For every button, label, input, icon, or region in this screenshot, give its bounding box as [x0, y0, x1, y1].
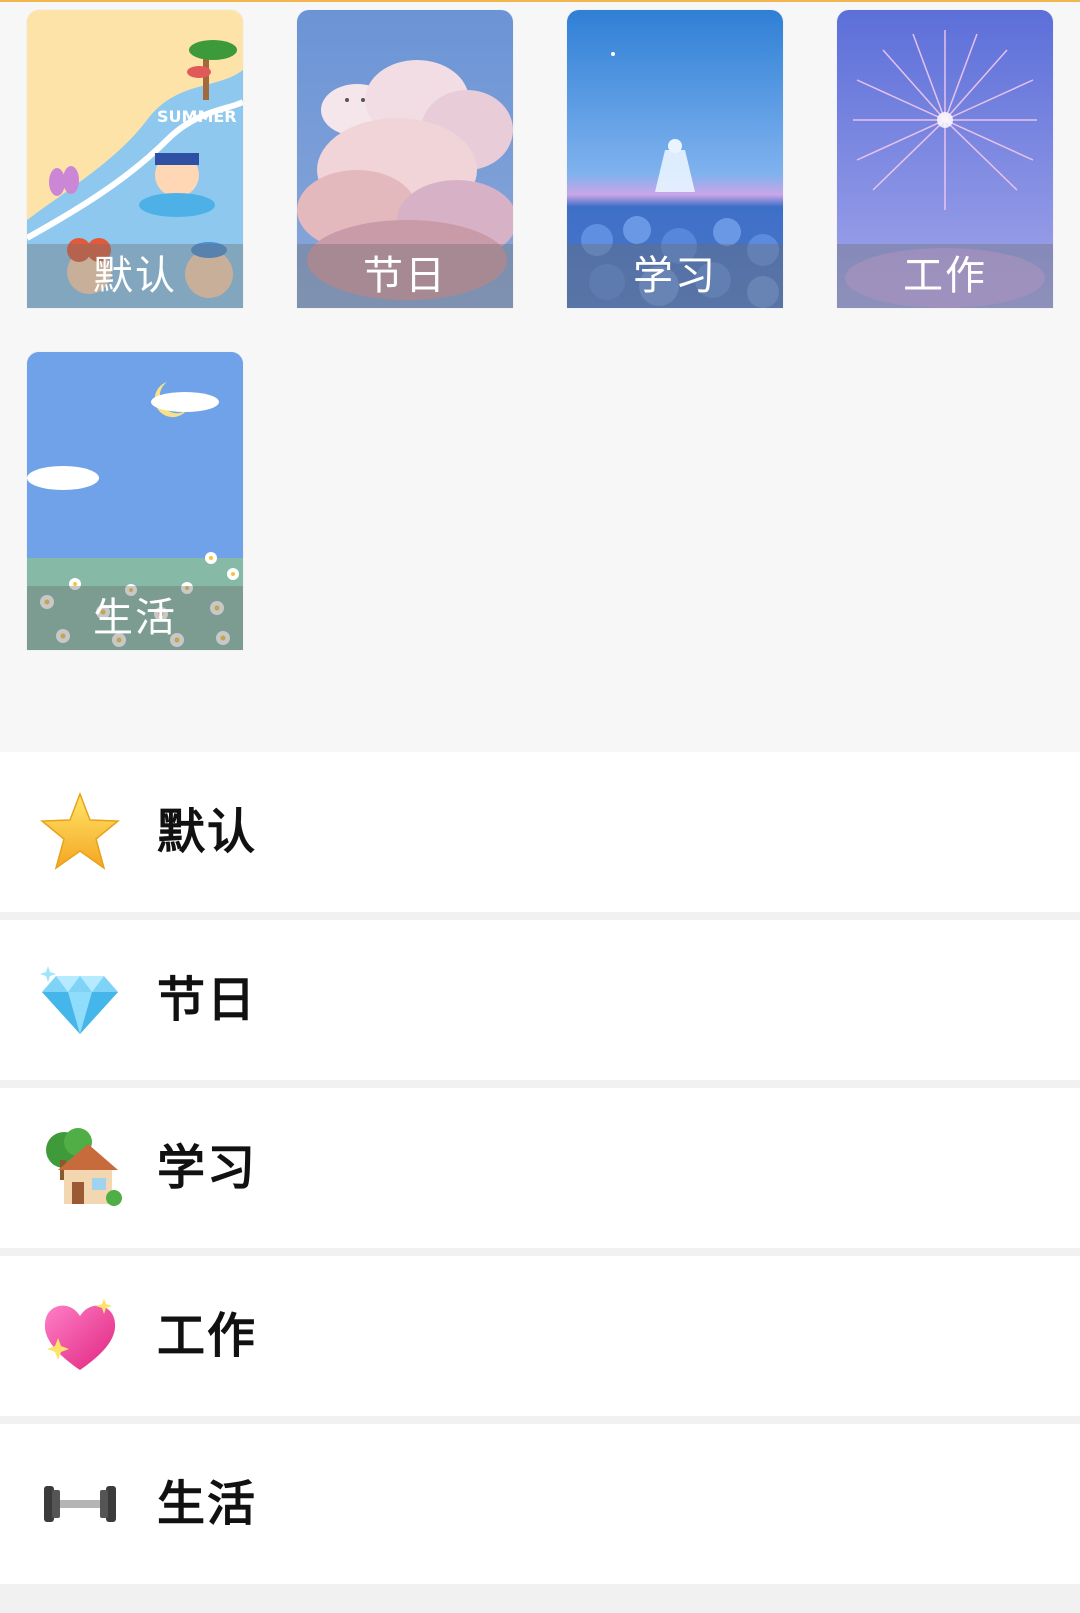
list-item-label: 节日 — [157, 972, 258, 1028]
theme-card-label: 生活 — [27, 586, 243, 650]
theme-card-label: 节日 — [297, 244, 513, 308]
list-item-work[interactable]: 工作 — [0, 1256, 1080, 1416]
gem-icon — [38, 958, 122, 1042]
svg-text:SUMMER: SUMMER — [157, 107, 237, 126]
theme-card-label: 学习 — [567, 244, 783, 308]
list-item-life[interactable]: 生活 — [0, 1424, 1080, 1584]
list-item-label: 默认 — [157, 804, 258, 860]
house-with-tree-icon — [38, 1126, 122, 1210]
list-item-festival[interactable]: 节日 — [0, 920, 1080, 1080]
list-item-label: 学习 — [157, 1140, 258, 1196]
theme-card-festival[interactable]: 节日 — [297, 10, 513, 308]
list-item-study[interactable]: 学习 — [0, 1088, 1080, 1248]
dumbbell-icon — [38, 1462, 122, 1546]
theme-card-label: 默认 — [27, 244, 243, 308]
theme-card-work[interactable]: 工作 — [837, 10, 1053, 308]
theme-card-life[interactable]: 生活 — [27, 352, 243, 650]
theme-card-default[interactable]: SUMMER 默认 — [27, 10, 243, 308]
list-item-label: 工作 — [157, 1308, 258, 1364]
list-item-label: 生活 — [157, 1476, 258, 1532]
list-item-default[interactable]: 默认 — [0, 752, 1080, 912]
top-accent-line — [0, 0, 1080, 2]
theme-card-label: 工作 — [837, 244, 1053, 308]
theme-card-study[interactable]: 学习 — [567, 10, 783, 308]
sparkling-heart-icon — [38, 1294, 122, 1378]
theme-gallery: SUMMER 默认 节日 学习 工作 生活 — [0, 0, 1080, 752]
category-list: 默认 节日 学习 工作 生活 — [0, 752, 1080, 1613]
star-icon — [38, 790, 122, 874]
